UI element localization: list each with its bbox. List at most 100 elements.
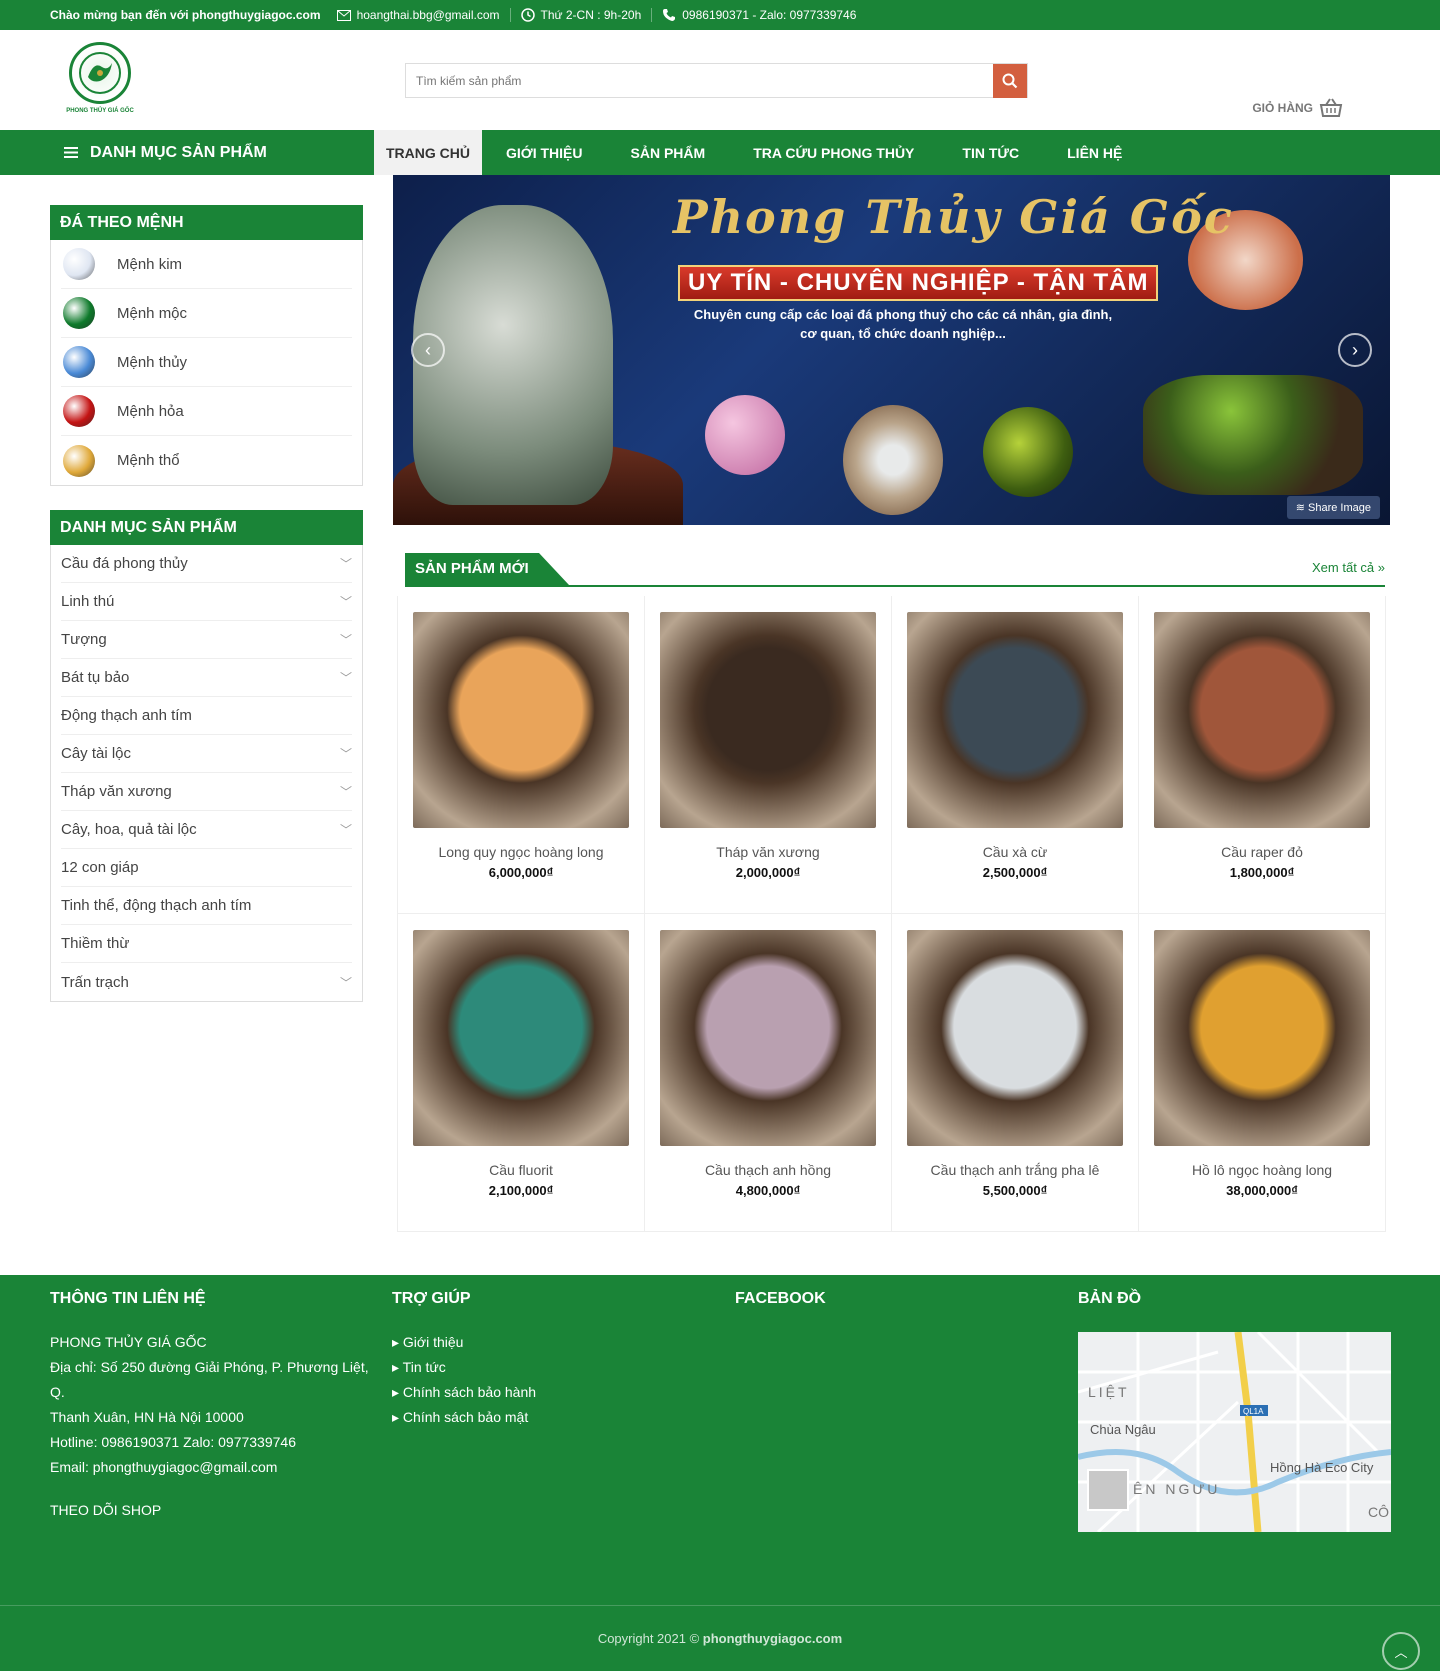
menh-item[interactable]: Mệnh mộc <box>61 289 352 338</box>
logo[interactable]: PHONG THỦY GIÁ GỐC <box>58 42 142 120</box>
search-button[interactable] <box>993 64 1027 98</box>
product-name[interactable]: Tháp văn xương <box>660 844 876 860</box>
product-image[interactable] <box>660 612 876 828</box>
product-card[interactable]: Tháp văn xương 2,000,000₫ <box>645 596 892 914</box>
section-title: SẢN PHẨM MỚI <box>405 553 569 585</box>
nav-item-home[interactable]: TRANG CHỦ <box>374 130 482 175</box>
category-item[interactable]: Linh thú ﹀ <box>61 583 352 621</box>
nav-item-fengshui-lookup[interactable]: TRA CỨU PHONG THỦY <box>729 130 938 175</box>
menh-item[interactable]: Mệnh kim <box>61 240 352 289</box>
chevron-down-icon[interactable]: ﹀ <box>340 821 352 838</box>
basket-icon <box>1319 98 1343 117</box>
product-image[interactable] <box>1154 930 1370 1146</box>
caret-right-icon: ▸ <box>392 1334 400 1350</box>
search-input[interactable] <box>406 64 993 97</box>
phone-text: 0986190371 - Zalo: 0977339746 <box>682 8 857 22</box>
footer-link-privacy[interactable]: ▸ Chính sách bảo mật <box>392 1405 536 1430</box>
chevron-down-icon[interactable]: ﹀ <box>340 593 352 610</box>
product-image[interactable] <box>413 930 629 1146</box>
product-card[interactable]: Cầu fluorit 2,100,000₫ <box>398 914 645 1232</box>
category-item[interactable]: Cây, hoa, quả tài lộc ﹀ <box>61 811 352 849</box>
product-name[interactable]: Cầu raper đỏ <box>1154 844 1370 860</box>
welcome-text: Chào mừng bạn đến với phongthuygiagoc.co… <box>50 8 321 22</box>
product-name[interactable]: Cầu thạch anh trắng pha lê <box>907 1162 1123 1178</box>
product-name[interactable]: Long quy ngọc hoàng long <box>413 844 629 860</box>
nav-item-products[interactable]: SẢN PHẨM <box>607 130 730 175</box>
product-image[interactable] <box>660 930 876 1146</box>
chevron-down-icon[interactable]: ﹀ <box>340 631 352 648</box>
divider <box>651 8 653 22</box>
back-to-top-button[interactable]: ︿ <box>1382 1632 1420 1670</box>
footer-facebook-title: FACEBOOK <box>735 1290 826 1307</box>
product-image[interactable] <box>1154 612 1370 828</box>
product-price: 4,800,000₫ <box>735 1183 801 1198</box>
main-nav: DANH MỤC SẢN PHẨM TRANG CHỦ GIỚI THIỆU S… <box>0 130 1440 175</box>
category-item[interactable]: Tinh thể, động thạch anh tím <box>61 887 352 925</box>
menh-item[interactable]: Mệnh thủy <box>61 338 352 387</box>
footer-contact-title: THÔNG TIN LIÊN HỆ <box>50 1290 206 1307</box>
category-box-title: DANH MỤC SẢN PHẨM <box>50 510 363 545</box>
product-image[interactable] <box>907 612 1123 828</box>
category-item[interactable]: Cầu đá phong thủy ﹀ <box>61 545 352 583</box>
footer-contact: THÔNG TIN LIÊN HỆ PHONG THỦY GIÁ GỐC Địa… <box>50 1290 370 1523</box>
product-name[interactable]: Cầu thạch anh hồng <box>660 1162 876 1178</box>
category-menu-toggle[interactable]: DANH MỤC SẢN PHẨM <box>64 130 267 175</box>
footer-email: Email: phongthuygiagoc@gmail.com <box>50 1459 278 1475</box>
phone-contact[interactable]: 0986190371 - Zalo: 0977339746 <box>662 8 856 22</box>
product-image[interactable] <box>413 612 629 828</box>
chevron-down-icon[interactable]: ﹀ <box>340 669 352 686</box>
product-grid: Long quy ngọc hoàng long 6,000,000₫ Tháp… <box>397 596 1386 1232</box>
category-item[interactable]: Tượng ﹀ <box>61 621 352 659</box>
product-card[interactable]: Hồ lô ngọc hoàng long 38,000,000₫ <box>1139 914 1386 1232</box>
product-price: 2,500,000₫ <box>982 865 1048 880</box>
footer-link-about[interactable]: ▸ Giới thiệu <box>392 1330 536 1355</box>
share-image-button[interactable]: ≋ Share Image <box>1286 496 1380 519</box>
product-name[interactable]: Cầu xà cừ <box>907 844 1123 860</box>
nav-item-contact[interactable]: LIÊN HỆ <box>1043 130 1146 175</box>
nav-item-about[interactable]: GIỚI THIỆU <box>482 130 607 175</box>
nav-item-news[interactable]: TIN TỨC <box>938 130 1043 175</box>
category-item[interactable]: Cây tài lộc ﹀ <box>61 735 352 773</box>
envelope-icon <box>336 9 351 21</box>
see-all-link[interactable]: Xem tất cả » <box>1312 560 1385 585</box>
email-contact[interactable]: hoangthai.bbg@gmail.com <box>336 8 500 22</box>
category-item[interactable]: Trấn trạch ﹀ <box>61 963 352 1001</box>
product-card[interactable]: Cầu xà cừ 2,500,000₫ <box>892 596 1139 914</box>
product-card[interactable]: Long quy ngọc hoàng long 6,000,000₫ <box>398 596 645 914</box>
category-label: Tháp văn xương <box>61 783 172 800</box>
footer-follow: THEO DÕI SHOP <box>50 1502 162 1518</box>
category-box: DANH MỤC SẢN PHẨM Cầu đá phong thủy ﹀ Linh… <box>50 510 363 1002</box>
menh-item[interactable]: Mệnh thổ <box>61 436 352 485</box>
category-label: Động thạch anh tím <box>61 707 192 724</box>
product-card[interactable]: Cầu thạch anh hồng 4,800,000₫ <box>645 914 892 1232</box>
banner-next-button[interactable]: › <box>1338 333 1372 367</box>
chevron-down-icon[interactable]: ﹀ <box>340 745 352 762</box>
category-item[interactable]: 12 con giáp <box>61 849 352 887</box>
product-image[interactable] <box>907 930 1123 1146</box>
copyright-site-link[interactable]: phongthuygiagoc.com <box>703 1631 842 1646</box>
footer-link-warranty[interactable]: ▸ Chính sách bảo hành <box>392 1380 536 1405</box>
banner-prev-button[interactable]: ‹ <box>411 333 445 367</box>
nav-menu: TRANG CHỦ GIỚI THIỆU SẢN PHẨM TRA CỨU PH… <box>374 130 1146 175</box>
chevron-down-icon[interactable]: ﹀ <box>340 783 352 800</box>
map-embed[interactable]: LIỆT Chùa Ngâu ÊN NGƯU Hồng Hà Eco City … <box>1078 1332 1391 1532</box>
product-name[interactable]: Hồ lô ngọc hoàng long <box>1154 1162 1370 1178</box>
footer-link-news[interactable]: ▸ Tin tức <box>392 1355 536 1380</box>
cart-link[interactable]: GIỎ HÀNG <box>1252 98 1343 118</box>
category-item[interactable]: Động thạch anh tím <box>61 697 352 735</box>
phone-icon <box>663 9 676 21</box>
product-price: 38,000,000₫ <box>1226 1183 1298 1198</box>
banner-title: Phong Thủy Giá Gốc <box>673 190 1234 244</box>
product-card[interactable]: Cầu raper đỏ 1,800,000₫ <box>1139 596 1386 914</box>
chevron-down-icon[interactable]: ﹀ <box>340 555 352 572</box>
chevron-down-icon[interactable]: ﹀ <box>340 974 352 991</box>
product-name[interactable]: Cầu fluorit <box>413 1162 629 1178</box>
category-item[interactable]: Bát tụ bảo ﹀ <box>61 659 352 697</box>
category-item[interactable]: Tháp văn xương ﹀ <box>61 773 352 811</box>
category-item[interactable]: Thiềm thừ <box>61 925 352 963</box>
product-card[interactable]: Cầu thạch anh trắng pha lê 5,500,000₫ <box>892 914 1139 1232</box>
hamburger-icon <box>64 147 78 158</box>
menh-item[interactable]: Mệnh hỏa <box>61 387 352 436</box>
menh-label: Mệnh kim <box>117 255 183 273</box>
footer-address-line1: Địa chỉ: Số 250 đường Giải Phóng, P. Phư… <box>50 1359 369 1400</box>
